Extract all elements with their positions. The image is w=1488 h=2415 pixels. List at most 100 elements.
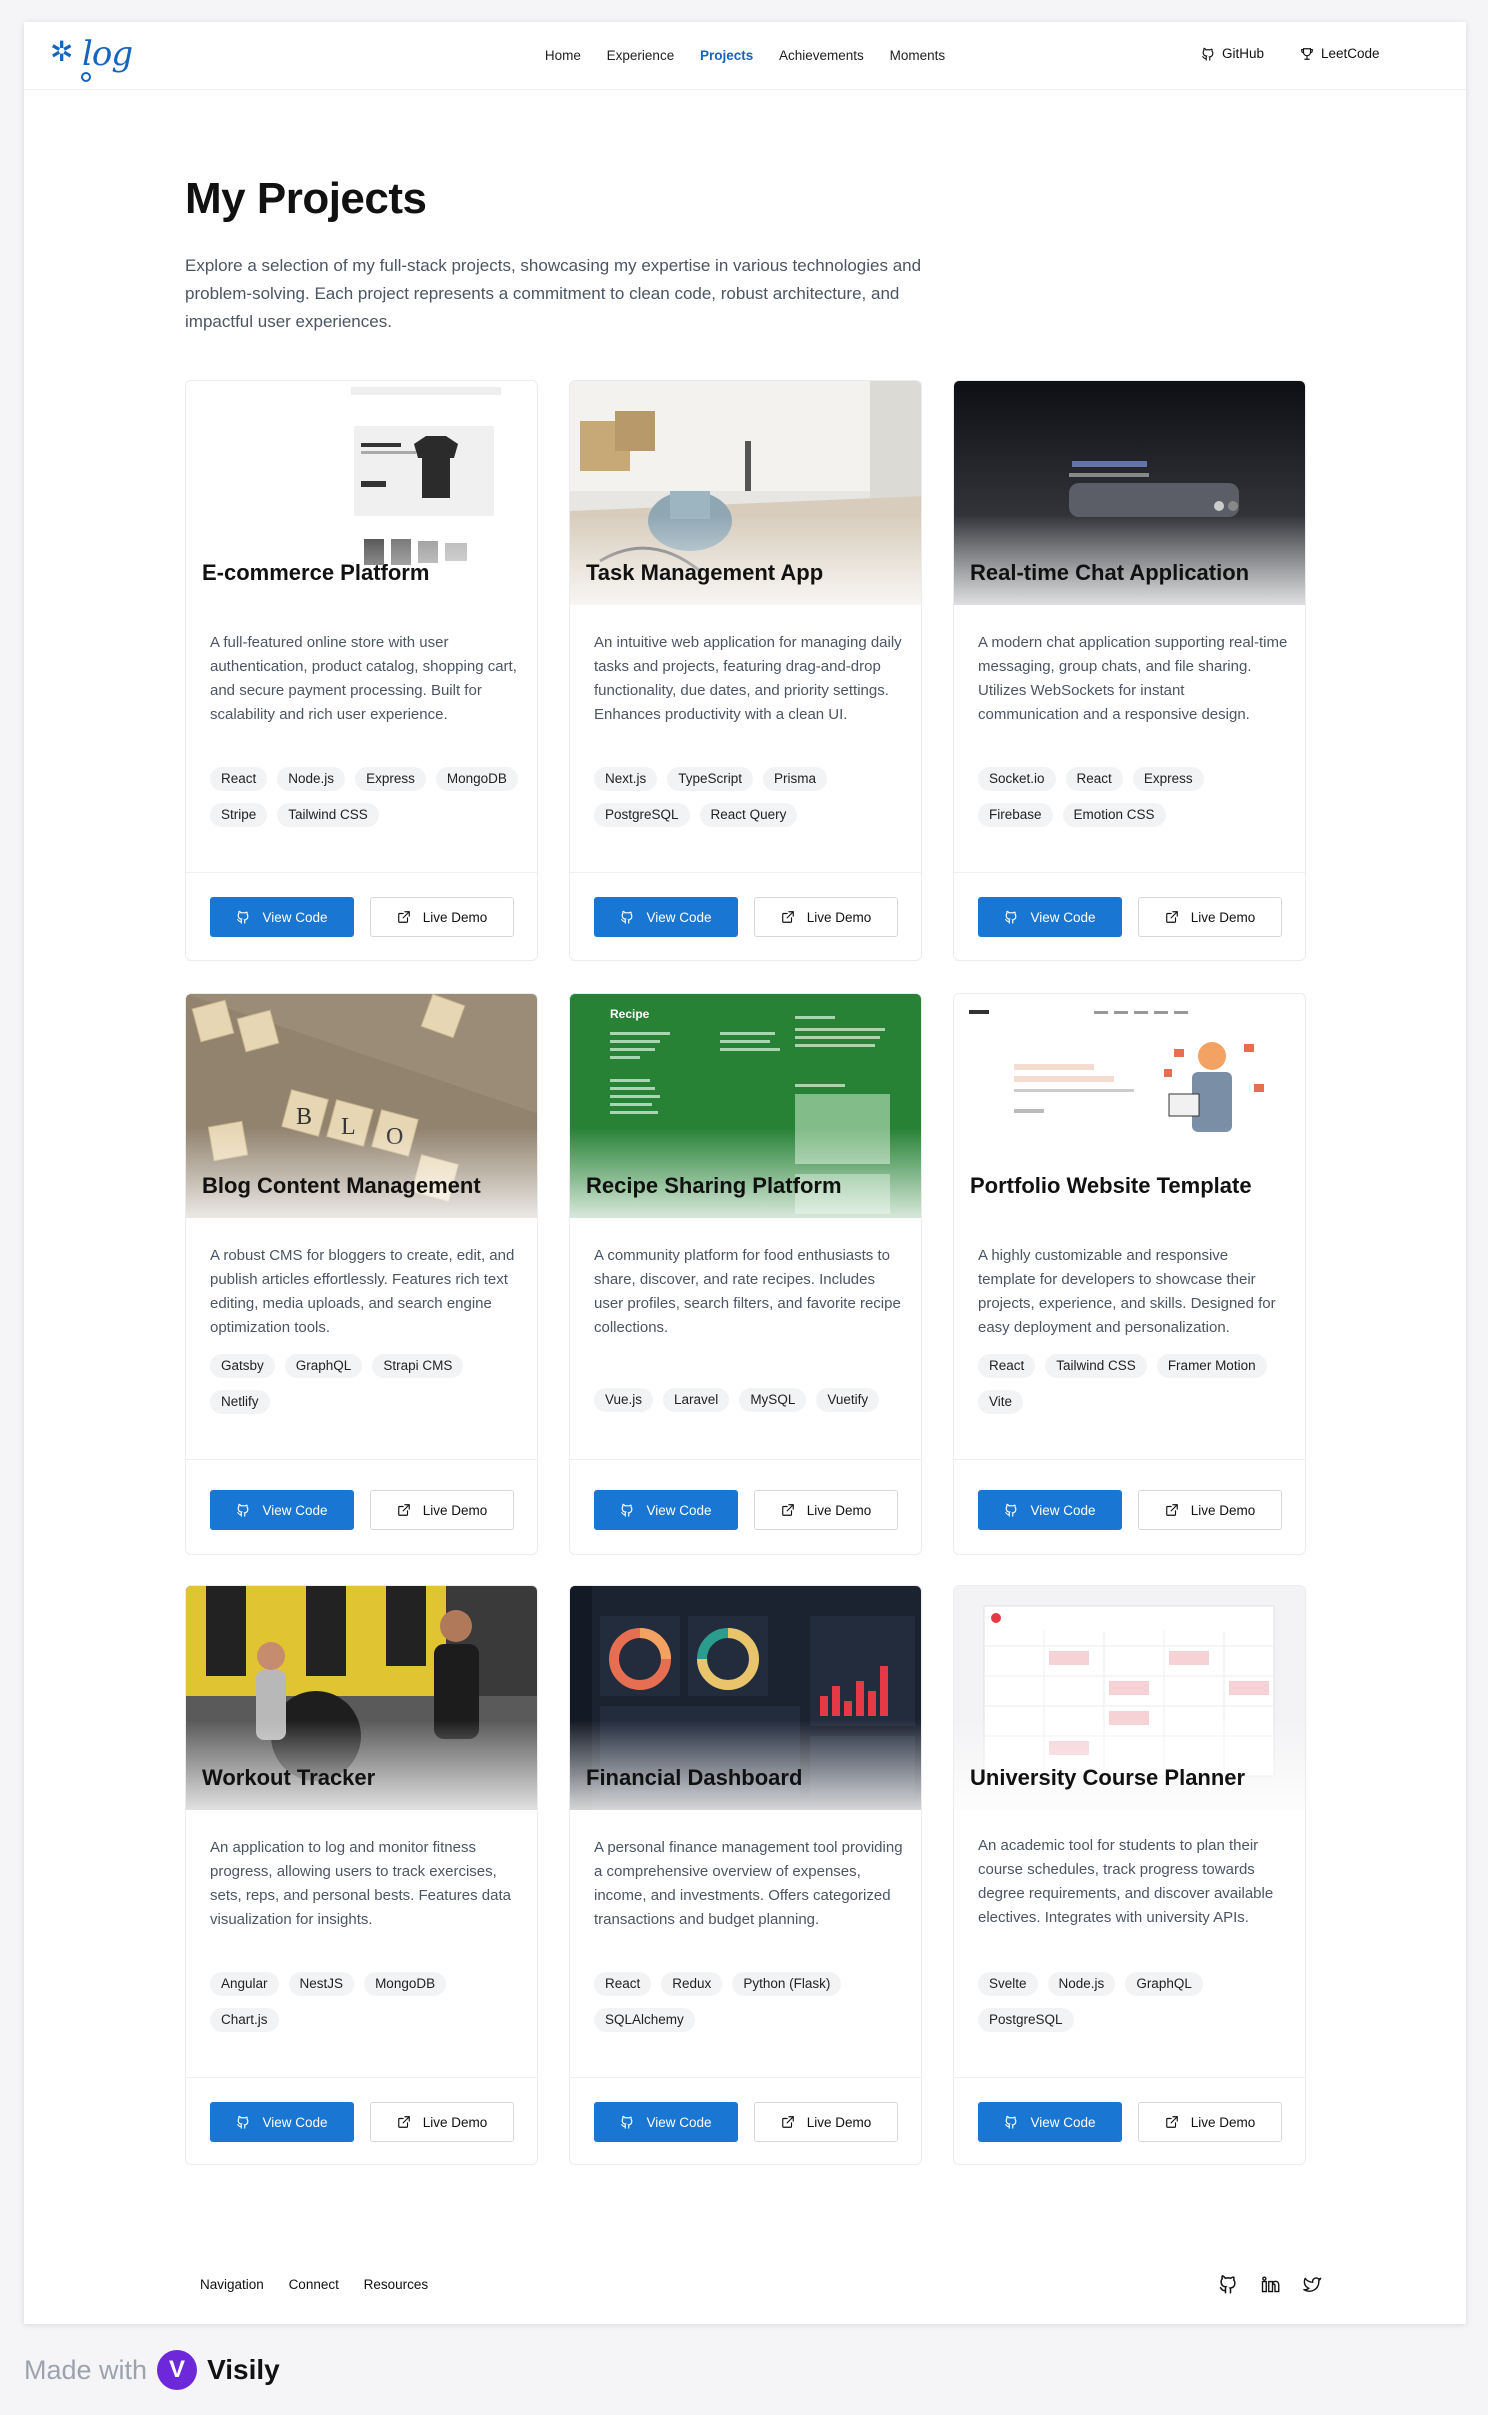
live-demo-label: Live Demo bbox=[1190, 1502, 1256, 1518]
project-card: E-commerce Platform A full-featured onli… bbox=[185, 380, 538, 961]
page-intro: Explore a selection of my full-stack pro… bbox=[185, 256, 922, 331]
twitter-icon[interactable] bbox=[1302, 2274, 1322, 2294]
live-demo-label: Live Demo bbox=[806, 1502, 872, 1518]
footer-social-icons bbox=[1218, 2274, 1322, 2294]
view-code-button[interactable]: View Code bbox=[978, 2102, 1122, 2142]
tech-tag: Netlify bbox=[210, 1390, 270, 1414]
tag-list: React Tailwind CSS Framer Motion Vite bbox=[978, 1354, 1288, 1414]
external-link-icon bbox=[397, 911, 410, 923]
project-description: A robust CMS for bloggers to create, edi… bbox=[210, 1247, 515, 1336]
github-icon[interactable] bbox=[1218, 2274, 1238, 2294]
project-card: Real-time Chat Application A modern chat… bbox=[953, 380, 1306, 961]
tag-list: Vue.js Laravel MySQL Vuetify bbox=[594, 1388, 904, 1412]
top-header: ✲ log Home Experience Projects Achieveme… bbox=[24, 22, 1466, 90]
view-code-label: View Code bbox=[1030, 2114, 1096, 2130]
live-demo-button[interactable]: Live Demo bbox=[1138, 1490, 1282, 1530]
nav-home[interactable]: Home bbox=[545, 48, 581, 63]
live-demo-label: Live Demo bbox=[806, 2114, 872, 2130]
project-title: Portfolio Website Template bbox=[970, 1173, 1252, 1198]
leetcode-label: LeetCode bbox=[1321, 46, 1380, 61]
view-code-button[interactable]: View Code bbox=[594, 1490, 738, 1530]
view-code-button[interactable]: View Code bbox=[594, 2102, 738, 2142]
tech-tag: React bbox=[594, 1972, 652, 1996]
tech-tag: Gatsby bbox=[210, 1354, 275, 1378]
footer-link-navigation[interactable]: Navigation bbox=[200, 2277, 264, 2292]
github-icon bbox=[621, 910, 633, 924]
nav-achievements[interactable]: Achievements bbox=[779, 48, 864, 63]
view-code-button[interactable]: View Code bbox=[594, 897, 738, 937]
tech-tag: Firebase bbox=[978, 803, 1053, 827]
live-demo-button[interactable]: Live Demo bbox=[754, 1490, 898, 1530]
project-card: Recipe Recipe Sharing Platform A communi… bbox=[569, 993, 922, 1555]
footer-link-connect[interactable]: Connect bbox=[289, 2277, 339, 2292]
project-card: B L O Blog Content Management A robust C… bbox=[185, 993, 538, 1555]
live-demo-button[interactable]: Live Demo bbox=[370, 897, 514, 937]
tech-tag: Emotion CSS bbox=[1062, 803, 1166, 827]
tech-tag: React bbox=[978, 1354, 1036, 1378]
project-title: Recipe Sharing Platform bbox=[586, 1173, 842, 1198]
linkedin-icon[interactable] bbox=[1260, 2274, 1280, 2294]
visily-logo-icon: V bbox=[157, 2350, 198, 2390]
live-demo-button[interactable]: Live Demo bbox=[370, 1490, 514, 1530]
tech-tag: Next.js bbox=[594, 767, 658, 791]
tech-tag: SQLAlchemy bbox=[594, 2008, 695, 2032]
nav-experience[interactable]: Experience bbox=[607, 48, 675, 63]
tech-tag: Python (Flask) bbox=[732, 1972, 842, 1996]
tag-list: Angular NestJS MongoDB Chart.js bbox=[210, 1972, 520, 2032]
project-card: Portfolio Website Template A highly cust… bbox=[953, 993, 1306, 1555]
visily-brand-text: Visily bbox=[207, 2354, 280, 2385]
view-code-label: View Code bbox=[646, 909, 712, 925]
tech-tag: React bbox=[1065, 767, 1123, 791]
tech-tag: React bbox=[210, 767, 268, 791]
nav-projects[interactable]: Projects bbox=[700, 48, 753, 63]
view-code-button[interactable]: View Code bbox=[978, 897, 1122, 937]
project-title: Financial Dashboard bbox=[586, 1765, 803, 1790]
leetcode-link[interactable]: LeetCode bbox=[1300, 46, 1380, 61]
project-description: A modern chat application supporting rea… bbox=[978, 634, 1288, 723]
live-demo-label: Live Demo bbox=[422, 1502, 488, 1518]
view-code-button[interactable]: View Code bbox=[978, 1490, 1122, 1530]
view-code-label: View Code bbox=[646, 2114, 712, 2130]
view-code-label: View Code bbox=[1030, 1502, 1096, 1518]
external-link-icon bbox=[781, 2116, 794, 2128]
live-demo-button[interactable]: Live Demo bbox=[1138, 897, 1282, 937]
tech-tag: GraphQL bbox=[1125, 1972, 1203, 1996]
tech-tag: Express bbox=[1132, 767, 1204, 791]
project-description: A personal finance management tool provi… bbox=[594, 1839, 903, 1928]
live-demo-button[interactable]: Live Demo bbox=[754, 2102, 898, 2142]
live-demo-button[interactable]: Live Demo bbox=[1138, 2102, 1282, 2142]
external-link-icon bbox=[1165, 911, 1178, 923]
github-label: GitHub bbox=[1222, 46, 1265, 61]
tech-tag: React Query bbox=[699, 803, 798, 827]
project-description: A highly customizable and responsive tem… bbox=[978, 1247, 1276, 1336]
github-link[interactable]: GitHub bbox=[1201, 46, 1264, 61]
view-code-button[interactable]: View Code bbox=[210, 1490, 354, 1530]
tag-list: Next.js TypeScript Prisma PostgreSQL Rea… bbox=[594, 767, 904, 827]
live-demo-button[interactable]: Live Demo bbox=[754, 897, 898, 937]
tech-tag: Strapi CMS bbox=[372, 1354, 464, 1378]
tech-tag: Vue.js bbox=[594, 1388, 654, 1412]
project-title: Real-time Chat Application bbox=[970, 560, 1250, 585]
github-icon bbox=[1005, 2115, 1017, 2129]
project-card: Task Management App An intuitive web app… bbox=[569, 380, 922, 961]
live-demo-button[interactable]: Live Demo bbox=[370, 2102, 514, 2142]
tag-list: React Node.js Express MongoDB Stripe Tai… bbox=[210, 767, 520, 827]
external-link-icon bbox=[397, 2116, 410, 2128]
view-code-button[interactable]: View Code bbox=[210, 897, 354, 937]
tech-tag: Node.js bbox=[1047, 1972, 1116, 1996]
view-code-label: View Code bbox=[262, 1502, 328, 1518]
project-card: Financial Dashboard A personal finance m… bbox=[569, 1585, 922, 2165]
github-icon bbox=[621, 1503, 633, 1517]
made-with-badge[interactable]: Made with V Visily bbox=[24, 2350, 280, 2390]
tech-tag: GraphQL bbox=[284, 1354, 363, 1378]
footer-link-resources[interactable]: Resources bbox=[364, 2277, 429, 2292]
project-title: E-commerce Platform bbox=[202, 560, 430, 585]
live-demo-label: Live Demo bbox=[422, 909, 488, 925]
tech-tag: Socket.io bbox=[978, 767, 1056, 791]
project-description: A full-featured online store with user a… bbox=[210, 634, 517, 723]
view-code-button[interactable]: View Code bbox=[210, 2102, 354, 2142]
view-code-label: View Code bbox=[1030, 909, 1096, 925]
made-with-text: Made with bbox=[24, 2354, 148, 2385]
nav-moments[interactable]: Moments bbox=[890, 48, 946, 63]
live-demo-label: Live Demo bbox=[1190, 2114, 1256, 2130]
